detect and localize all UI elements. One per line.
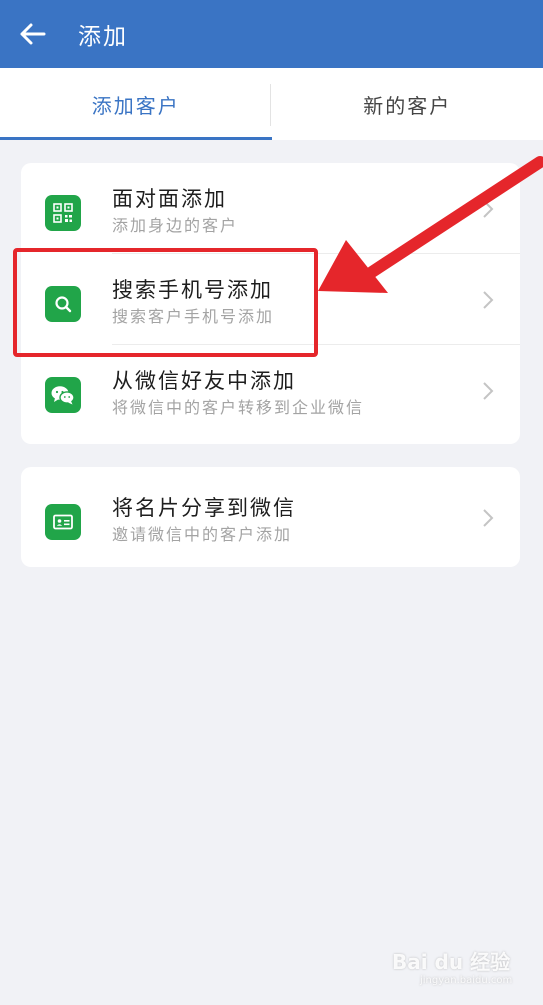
tab-add-customer[interactable]: 添加客户: [0, 68, 272, 140]
item-subtitle: 邀请微信中的客户添加: [112, 525, 293, 544]
business-card-icon: [45, 504, 81, 540]
arrow-left-icon: [20, 23, 46, 45]
watermark-logo: Bai du 经验: [392, 950, 511, 974]
top-bar: 添加: [0, 0, 543, 68]
chevron-right-icon: [483, 382, 494, 400]
tab-active-indicator: [0, 137, 272, 140]
highlight-box: [13, 248, 318, 357]
page-title: 添加: [78, 24, 128, 50]
item-title: 将名片分享到微信: [112, 496, 296, 520]
item-subtitle: 将微信中的客户转移到企业微信: [112, 398, 365, 417]
item-subtitle: 添加身边的客户: [112, 216, 239, 235]
tab-bar: 添加客户 新的客户: [0, 68, 543, 140]
qr-code-icon: [45, 195, 81, 231]
wechat-icon: [45, 377, 81, 413]
annotation-arrow-icon: [318, 156, 543, 293]
watermark-url: jingyan.baidu.com: [420, 975, 513, 986]
tab-divider: [270, 84, 271, 126]
tab-label: 新的客户: [363, 93, 452, 118]
chevron-right-icon: [483, 509, 494, 527]
tab-new-customer[interactable]: 新的客户: [272, 68, 543, 140]
item-title: 面对面添加: [112, 187, 227, 211]
wechat-friends-add-item[interactable]: 从微信好友中添加 将微信中的客户转移到企业微信: [21, 345, 520, 436]
back-button[interactable]: [0, 0, 64, 68]
share-business-card-item[interactable]: 将名片分享到微信 邀请微信中的客户添加: [21, 472, 520, 563]
tab-label: 添加客户: [91, 93, 180, 118]
share-card: 将名片分享到微信 邀请微信中的客户添加: [21, 467, 520, 567]
item-title: 从微信好友中添加: [112, 369, 296, 393]
